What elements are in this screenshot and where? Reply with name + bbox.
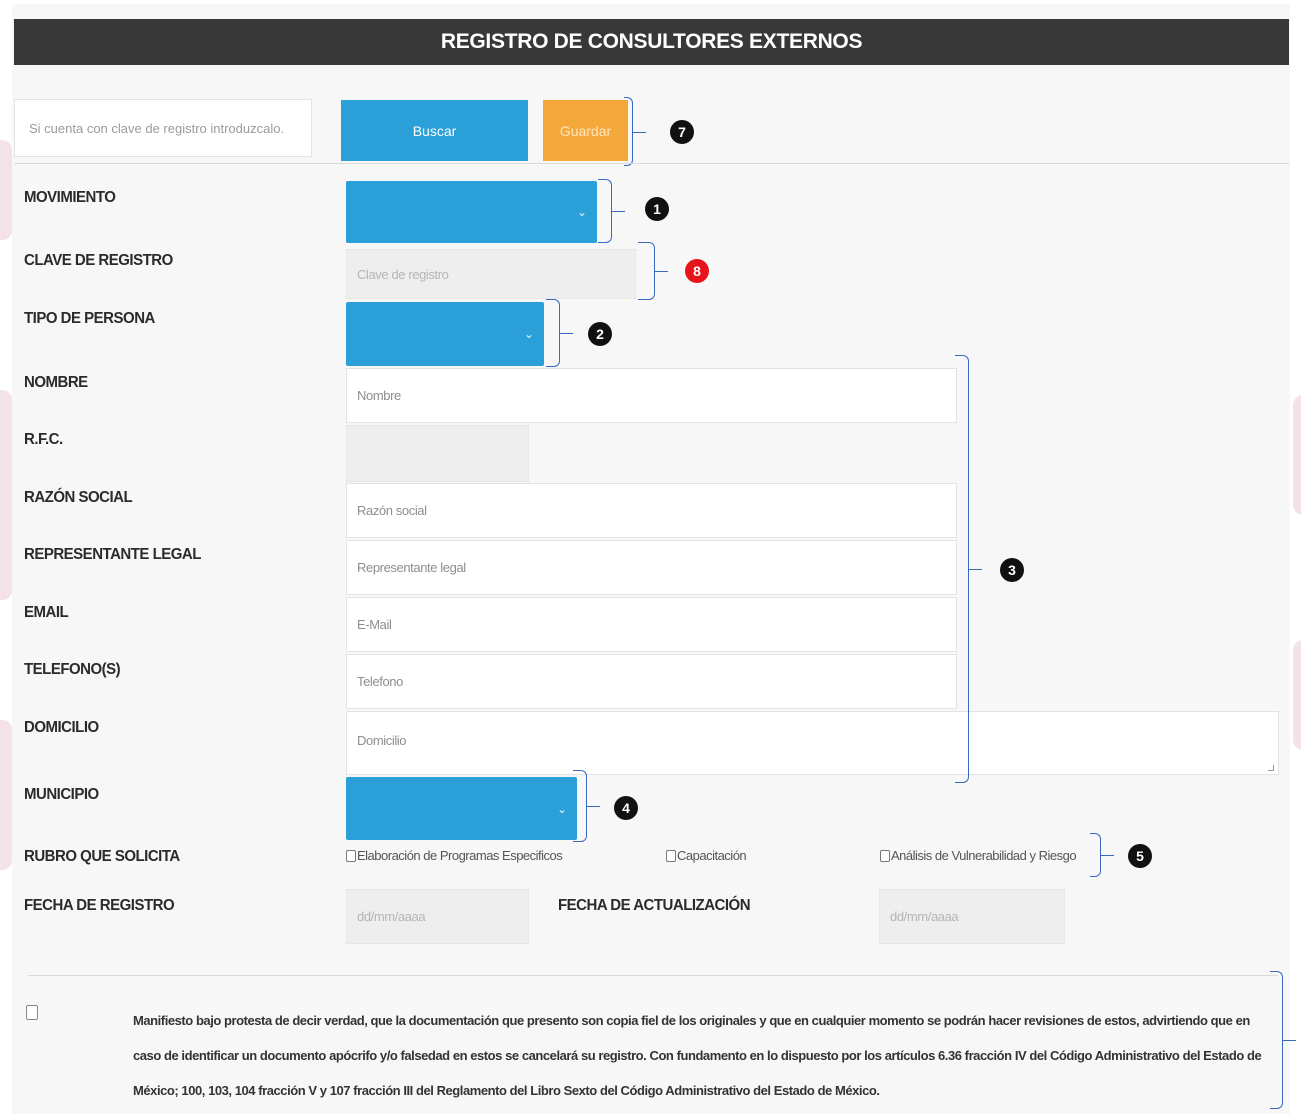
domicilio-textarea[interactable]: Domicilio xyxy=(346,711,1279,775)
movimiento-label: MOVIMIENTO xyxy=(24,188,116,207)
telefono-label: TELEFONO(S) xyxy=(24,660,121,679)
annotation-badge-5: 5 xyxy=(1128,844,1152,868)
chevron-down-icon: ⌄ xyxy=(556,801,567,816)
background-decoration xyxy=(0,140,12,240)
annotation-bracket xyxy=(1090,833,1114,877)
annotation-badge-1: 1 xyxy=(645,197,669,221)
chevron-down-icon: ⌄ xyxy=(576,205,587,219)
divider xyxy=(28,975,1278,976)
declaration-text: Manifiesto bajo protesta de decir verdad… xyxy=(133,1013,1262,1098)
representante-legal-field[interactable]: Representante legal xyxy=(346,540,957,595)
movimiento-select[interactable]: ⌄ xyxy=(346,181,597,243)
telefono-field[interactable]: Telefono xyxy=(346,654,957,709)
rubro-option-programas[interactable]: Elaboración de Programas Especificos xyxy=(346,848,563,863)
background-decoration xyxy=(0,390,12,600)
annotation-bracket xyxy=(598,179,625,243)
save-button[interactable]: Guardar xyxy=(543,100,628,161)
tipo-persona-label: TIPO DE PERSONA xyxy=(24,309,155,328)
annotation-bracket xyxy=(955,355,982,783)
rfc-field xyxy=(346,425,529,482)
representante-legal-label: REPRESENTANTE LEGAL xyxy=(24,545,201,564)
resize-handle-icon[interactable] xyxy=(1268,765,1274,771)
rubro-label: RUBRO QUE SOLICITA xyxy=(24,847,180,866)
fecha-actualizacion-field: dd/mm/aaaa xyxy=(879,889,1065,944)
clave-registro-field: Clave de registro xyxy=(346,249,636,299)
annotation-bracket xyxy=(638,242,668,300)
razon-social-field[interactable]: Razón social xyxy=(346,483,957,538)
page-title: REGISTRO DE CONSULTORES EXTERNOS xyxy=(14,19,1289,65)
divider xyxy=(14,163,1289,164)
municipio-label: MUNICIPIO xyxy=(24,785,99,804)
domicilio-label: DOMICILIO xyxy=(24,718,99,737)
declaration-checkbox[interactable] xyxy=(26,1005,38,1020)
annotation-badge-3: 3 xyxy=(1000,558,1024,582)
razon-social-label: RAZÓN SOCIAL xyxy=(24,488,133,507)
annotation-bracket xyxy=(1270,971,1296,1109)
fecha-registro-label: FECHA DE REGISTRO xyxy=(24,896,175,915)
background-decoration xyxy=(1293,640,1301,750)
checkbox[interactable] xyxy=(666,849,676,862)
checkbox[interactable] xyxy=(346,849,356,862)
annotation-bracket xyxy=(573,770,600,842)
email-label: EMAIL xyxy=(24,603,69,622)
annotation-badge-7: 7 xyxy=(670,120,694,144)
annotation-bracket xyxy=(546,299,573,367)
fecha-actualizacion-label: FECHA DE ACTUALIZACIÓN xyxy=(558,896,751,915)
annotation-badge-4: 4 xyxy=(614,796,638,820)
background-decoration xyxy=(1293,395,1301,515)
chevron-down-icon: ⌄ xyxy=(523,327,534,341)
annotation-bracket xyxy=(624,97,646,166)
search-button[interactable]: Buscar xyxy=(341,100,528,161)
nombre-label: NOMBRE xyxy=(24,373,88,392)
annotation-badge-2: 2 xyxy=(588,322,612,346)
domicilio-placeholder: Domicilio xyxy=(357,733,407,748)
search-input[interactable] xyxy=(14,99,312,157)
fecha-registro-field: dd/mm/aaaa xyxy=(346,889,529,944)
clave-registro-label: CLAVE DE REGISTRO xyxy=(24,251,173,270)
annotation-badge-8: 8 xyxy=(685,259,709,283)
tipo-persona-select[interactable]: ⌄ xyxy=(346,302,544,366)
rubro-option-capacitacion[interactable]: Capacitación xyxy=(666,848,747,863)
nombre-field[interactable]: Nombre xyxy=(346,368,957,423)
checkbox[interactable] xyxy=(880,849,890,862)
rubro-option-analisis[interactable]: Análisis de Vulnerabilidad y Riesgo xyxy=(880,848,1077,863)
municipio-select[interactable]: ⌄ xyxy=(346,777,577,840)
email-field[interactable]: E-Mail xyxy=(346,597,957,652)
background-decoration xyxy=(0,720,12,870)
rfc-label: R.F.C. xyxy=(24,430,63,449)
